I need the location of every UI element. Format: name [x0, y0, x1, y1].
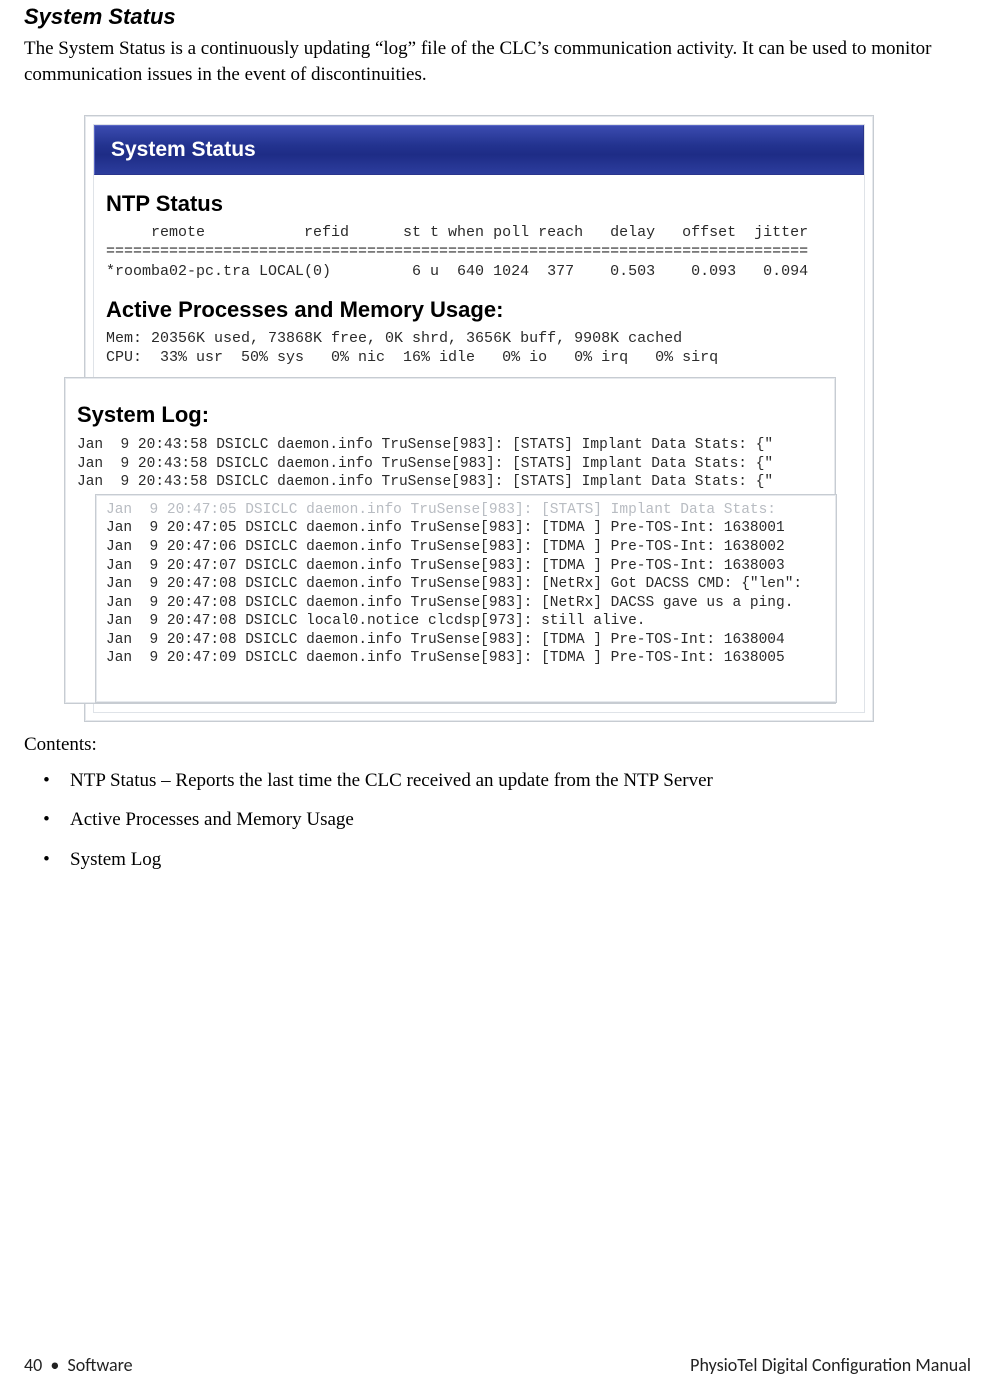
system-log-heading: System Log: — [65, 394, 835, 428]
window-title-bar: System Status — [94, 125, 864, 175]
overlay-lines: Jan 9 20:47:05 DSICLC daemon.info TruSen… — [106, 520, 802, 666]
overlay-faint-line: Jan 9 20:47:05 DSICLC daemon.info TruSen… — [106, 502, 776, 518]
processes-output: Mem: 20356K used, 73868K free, 0K shrd, … — [94, 329, 864, 367]
contents-label: Contents: — [24, 734, 971, 756]
list-item: NTP Status – Reports the last time the C… — [64, 768, 971, 794]
ntp-status-output: remote refid st t when poll reach delay … — [94, 223, 864, 281]
footer-section: Software — [68, 1354, 133, 1376]
page-footer: 40 • Software PhysioTel Digital Configur… — [24, 1354, 971, 1376]
system-log-overlay-output: Jan 9 20:47:05 DSICLC daemon.info TruSen… — [96, 495, 836, 702]
section-heading: System Status — [24, 4, 971, 30]
screenshot-figure: System Status NTP Status remote refid st… — [84, 115, 874, 722]
system-log-panel: System Log: Jan 9 20:43:58 DSICLC daemon… — [64, 377, 836, 704]
list-item: Active Processes and Memory Usage — [64, 807, 971, 833]
contents-list: NTP Status – Reports the last time the C… — [64, 768, 971, 873]
footer-right: PhysioTel Digital Configuration Manual — [690, 1354, 971, 1376]
system-log-overlay: Jan 9 20:47:05 DSICLC daemon.info TruSen… — [95, 494, 837, 703]
ntp-status-heading: NTP Status — [94, 191, 864, 217]
bullet-separator-icon: • — [50, 1354, 59, 1376]
page-number: 40 — [24, 1354, 42, 1376]
list-item: System Log — [64, 847, 971, 873]
footer-left: 40 • Software — [24, 1354, 133, 1376]
status-window: System Status NTP Status remote refid st… — [84, 115, 874, 722]
system-log-output: Jan 9 20:43:58 DSICLC daemon.info TruSen… — [65, 434, 835, 502]
intro-paragraph: The System Status is a continuously upda… — [24, 36, 971, 87]
processes-heading: Active Processes and Memory Usage: — [94, 297, 864, 323]
